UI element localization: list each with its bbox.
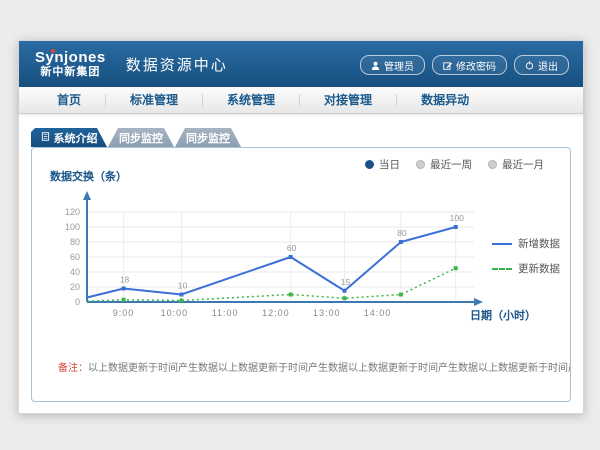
y-tick-label: 120 [65,207,80,217]
x-axis-label: 日期（小时） [470,307,536,323]
brand-subtitle: 新中新集团 [35,66,106,78]
header-actions: 管理员 修改密码 退出 [360,55,569,75]
data-point-label: 100 [450,213,464,223]
data-point [454,225,458,229]
footnote: 备注：以上数据更新于时间产生数据以上数据更新于时间产生数据以上数据更新于时间产生… [32,359,570,374]
data-point [122,287,126,291]
radio-dot [488,160,497,169]
footnote-prefix: 备注： [58,363,88,374]
y-axis-label: 数据交换（条） [50,168,127,184]
data-point [289,255,293,259]
data-point [179,299,183,303]
nav-item-interface-management[interactable]: 对接管理 [300,94,397,107]
radio-dot [365,160,374,169]
change-password-button[interactable]: 修改密码 [432,55,507,75]
x-tick-label: 13:00 [313,308,341,318]
app-window: Synjones 新中新集团 数据资源中心 管理员 修改密码 退出 首页 标准管… [18,40,584,414]
radio-dot [416,160,425,169]
time-filter: 当日 最近一周 最近一月 [365,157,544,172]
tab-system-intro[interactable]: 系统介绍 [31,128,107,147]
y-tick-label: 100 [65,222,80,232]
legend-swatch-updated-data [492,268,512,270]
y-tick-label: 20 [70,282,80,292]
tab-label: 系统介绍 [54,130,98,146]
x-tick-label: 10:00 [161,308,189,318]
power-icon [525,61,534,70]
document-icon [41,132,50,144]
admin-button-label: 管理员 [384,58,414,73]
footnote-text: 以上数据更新于时间产生数据以上数据更新于时间产生数据以上数据更新于时间产生数据以… [88,363,570,374]
legend-item-new-data: 新增数据 [492,236,560,251]
nav-item-data-anomaly[interactable]: 数据异动 [397,94,493,107]
legend-item-updated-data: 更新数据 [492,261,560,276]
nav-item-system-management[interactable]: 系统管理 [203,94,300,107]
y-tick-label: 60 [70,252,80,262]
time-filter-label: 最近一月 [502,157,544,172]
brand-name: Synjones [35,50,106,66]
edit-icon [443,61,452,70]
time-filter-option[interactable]: 最近一月 [488,157,544,172]
logout-button-label: 退出 [538,58,558,73]
logo-accent-dot [51,49,55,53]
y-tick-label: 80 [70,237,80,247]
data-point-label: 80 [397,228,407,238]
line-chart: 0 20 40 60 80 100 120 9:00 10:00 11:00 12:00 13:00 1… [42,188,512,328]
x-tick-label: 12:00 [262,308,290,318]
data-point [399,240,403,244]
nav-item-standard-management[interactable]: 标准管理 [106,94,203,107]
x-axis-arrow-icon [474,298,483,306]
page-title: 数据资源中心 [126,54,228,75]
change-password-button-label: 修改密码 [456,58,496,73]
time-filter-option[interactable]: 当日 [365,157,400,172]
main-nav: 首页 标准管理 系统管理 对接管理 数据异动 [19,87,583,114]
data-point-label: 60 [287,243,297,253]
tab-bar: 系统介绍 同步监控 同步监控 [31,128,571,147]
time-filter-option[interactable]: 最近一周 [416,157,472,172]
x-tick-label: 11:00 [212,308,239,318]
chart-legend: 新增数据 更新数据 [492,236,560,286]
y-tick-label: 0 [75,297,80,307]
tab-sync-monitor-2[interactable]: 同步监控 [175,128,241,147]
nav-item-home[interactable]: 首页 [33,94,106,107]
legend-swatch-new-data [492,243,512,245]
time-filter-label: 当日 [379,157,400,172]
x-tick-label: 14:00 [364,308,392,318]
data-point [342,289,346,293]
time-filter-label: 最近一周 [430,157,472,172]
tab-label: 同步监控 [186,130,230,146]
brand-logo: Synjones 新中新集团 [35,50,106,78]
data-point [342,296,346,300]
y-tick-label: 40 [70,267,80,277]
legend-label: 新增数据 [518,236,560,251]
x-tick-label: 9:00 [113,308,135,318]
user-icon [371,61,380,70]
data-point-label: 18 [120,275,130,285]
legend-label: 更新数据 [518,261,560,276]
data-point-label: 10 [178,281,188,291]
data-point [289,293,293,297]
admin-button[interactable]: 管理员 [360,55,425,75]
data-point-label: 15 [341,277,351,287]
app-header: Synjones 新中新集团 数据资源中心 管理员 修改密码 退出 [19,41,583,87]
tab-sync-monitor-1[interactable]: 同步监控 [108,128,174,147]
data-point [454,266,458,270]
data-point [399,293,403,297]
content-area: 系统介绍 同步监控 同步监控 当日 最近一周 [19,114,583,402]
data-point [179,293,183,297]
logout-button[interactable]: 退出 [514,55,569,75]
chart-panel: 当日 最近一周 最近一月 数据交换（条） 0 20 40 60 80 100 120 9:00… [31,147,571,402]
data-point [122,298,126,302]
y-axis-arrow-icon [83,191,91,200]
tab-label: 同步监控 [119,130,163,146]
